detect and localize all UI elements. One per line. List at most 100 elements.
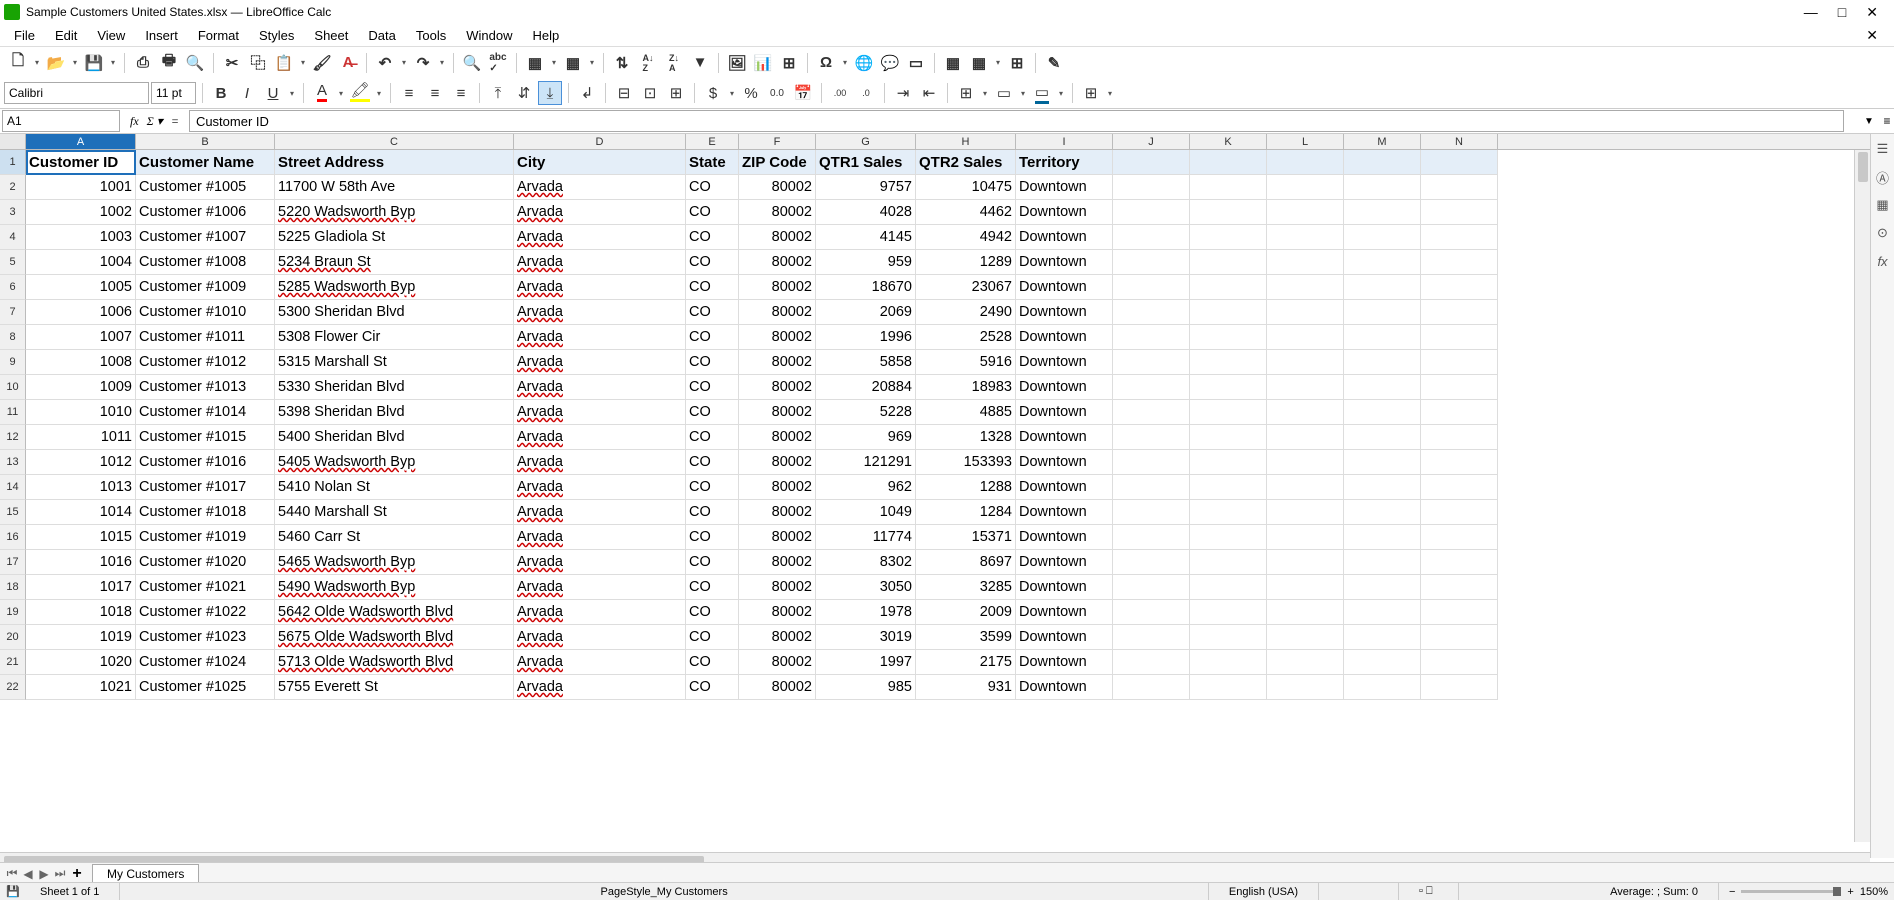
cell[interactable] bbox=[1344, 200, 1421, 225]
gallery-icon[interactable]: ▦ bbox=[1874, 196, 1892, 214]
cell[interactable]: 1011 bbox=[26, 425, 136, 450]
cell[interactable] bbox=[1190, 450, 1267, 475]
special-char-icon[interactable]: Ω bbox=[814, 51, 838, 75]
functions-icon[interactable]: fx bbox=[1874, 252, 1892, 270]
cell[interactable] bbox=[1344, 625, 1421, 650]
highlight-dropdown[interactable] bbox=[374, 89, 384, 98]
row-header[interactable]: 8 bbox=[0, 325, 26, 350]
cell[interactable]: 1008 bbox=[26, 350, 136, 375]
cell[interactable] bbox=[1344, 500, 1421, 525]
cell[interactable]: 4028 bbox=[816, 200, 916, 225]
cell[interactable]: 1049 bbox=[816, 500, 916, 525]
cell[interactable]: Customer #1022 bbox=[136, 600, 275, 625]
cell[interactable]: Downtown bbox=[1016, 450, 1113, 475]
cell[interactable] bbox=[1344, 350, 1421, 375]
cell[interactable]: 8302 bbox=[816, 550, 916, 575]
cell[interactable] bbox=[1421, 450, 1498, 475]
row-header[interactable]: 7 bbox=[0, 300, 26, 325]
cell[interactable]: Arvada bbox=[514, 200, 686, 225]
sum-icon[interactable]: Σ ▾ bbox=[147, 114, 163, 129]
cell[interactable]: Arvada bbox=[514, 225, 686, 250]
cell[interactable]: Customer #1019 bbox=[136, 525, 275, 550]
clone-format-icon[interactable]: 🖌 bbox=[310, 51, 334, 75]
cell[interactable]: 80002 bbox=[739, 600, 816, 625]
cell[interactable] bbox=[1344, 150, 1421, 175]
cell[interactable]: 1020 bbox=[26, 650, 136, 675]
cell[interactable]: 2175 bbox=[916, 650, 1016, 675]
cell[interactable]: Downtown bbox=[1016, 550, 1113, 575]
cell[interactable]: Arvada bbox=[514, 400, 686, 425]
cell[interactable]: Arvada bbox=[514, 675, 686, 700]
sheet-tab-active[interactable]: My Customers bbox=[92, 864, 199, 883]
col-header-c[interactable]: C bbox=[275, 134, 514, 149]
cell[interactable]: 8697 bbox=[916, 550, 1016, 575]
align-center-button[interactable]: ≡ bbox=[423, 81, 447, 105]
cell[interactable]: Downtown bbox=[1016, 650, 1113, 675]
underline-dropdown[interactable] bbox=[287, 89, 297, 98]
cell[interactable]: CO bbox=[686, 325, 739, 350]
menu-view[interactable]: View bbox=[87, 26, 135, 45]
cell[interactable] bbox=[1113, 625, 1190, 650]
cell[interactable] bbox=[1421, 550, 1498, 575]
menu-insert[interactable]: Insert bbox=[135, 26, 188, 45]
cell[interactable] bbox=[1113, 225, 1190, 250]
cell[interactable] bbox=[1421, 600, 1498, 625]
freeze-icon[interactable]: ▦ bbox=[967, 51, 991, 75]
row-header[interactable]: 10 bbox=[0, 375, 26, 400]
cell[interactable] bbox=[1267, 625, 1344, 650]
cell[interactable] bbox=[1267, 450, 1344, 475]
cell[interactable] bbox=[1267, 600, 1344, 625]
cell[interactable]: CO bbox=[686, 425, 739, 450]
cell[interactable] bbox=[1421, 400, 1498, 425]
col-header-k[interactable]: K bbox=[1190, 134, 1267, 149]
hyperlink-icon[interactable]: 🌐 bbox=[852, 51, 876, 75]
cell[interactable]: 5490 Wadsworth Byp bbox=[275, 575, 514, 600]
menu-format[interactable]: Format bbox=[188, 26, 249, 45]
row-header[interactable]: 2 bbox=[0, 175, 26, 200]
cell[interactable]: 2069 bbox=[816, 300, 916, 325]
increase-indent-button[interactable]: ⇥ bbox=[891, 81, 915, 105]
cell[interactable]: 5465 Wadsworth Byp bbox=[275, 550, 514, 575]
cell[interactable]: 10475 bbox=[916, 175, 1016, 200]
cut-icon[interactable]: ✂ bbox=[220, 51, 244, 75]
cell[interactable]: 80002 bbox=[739, 475, 816, 500]
bold-button[interactable]: B bbox=[209, 81, 233, 105]
cell[interactable]: 80002 bbox=[739, 450, 816, 475]
row-header[interactable]: 1 bbox=[0, 150, 26, 175]
cell[interactable]: 5398 Sheridan Blvd bbox=[275, 400, 514, 425]
cell[interactable] bbox=[1267, 550, 1344, 575]
cell[interactable]: Customer #1015 bbox=[136, 425, 275, 450]
cell[interactable] bbox=[1344, 450, 1421, 475]
align-left-button[interactable]: ≡ bbox=[397, 81, 421, 105]
status-insert-mode[interactable] bbox=[1319, 883, 1399, 900]
tab-last-icon[interactable]: ⏭ bbox=[52, 866, 68, 881]
cell[interactable] bbox=[1267, 225, 1344, 250]
cell[interactable]: City bbox=[514, 150, 686, 175]
zoom-in-icon[interactable]: + bbox=[1847, 886, 1853, 898]
underline-button[interactable]: U bbox=[261, 81, 285, 105]
cell[interactable] bbox=[1190, 500, 1267, 525]
cell[interactable] bbox=[1267, 350, 1344, 375]
cell[interactable] bbox=[1113, 400, 1190, 425]
cell[interactable]: 9757 bbox=[816, 175, 916, 200]
col-header-l[interactable]: L bbox=[1267, 134, 1344, 149]
cell[interactable] bbox=[1344, 375, 1421, 400]
col-header-f[interactable]: F bbox=[739, 134, 816, 149]
cell[interactable]: 1001 bbox=[26, 175, 136, 200]
cell[interactable] bbox=[1113, 450, 1190, 475]
cell[interactable]: 2009 bbox=[916, 600, 1016, 625]
column-dropdown[interactable] bbox=[587, 58, 597, 67]
col-header-b[interactable]: B bbox=[136, 134, 275, 149]
cell[interactable]: 1007 bbox=[26, 325, 136, 350]
cell[interactable]: 1284 bbox=[916, 500, 1016, 525]
cell[interactable] bbox=[1190, 575, 1267, 600]
cell[interactable] bbox=[1267, 425, 1344, 450]
cell[interactable]: 5225 Gladiola St bbox=[275, 225, 514, 250]
cell[interactable] bbox=[1113, 375, 1190, 400]
cell[interactable]: Downtown bbox=[1016, 575, 1113, 600]
cell[interactable]: Arvada bbox=[514, 600, 686, 625]
cell[interactable]: 1016 bbox=[26, 550, 136, 575]
cell[interactable] bbox=[1344, 550, 1421, 575]
status-calc[interactable]: Average: ; Sum: 0 bbox=[1459, 883, 1719, 900]
cell[interactable]: CO bbox=[686, 500, 739, 525]
